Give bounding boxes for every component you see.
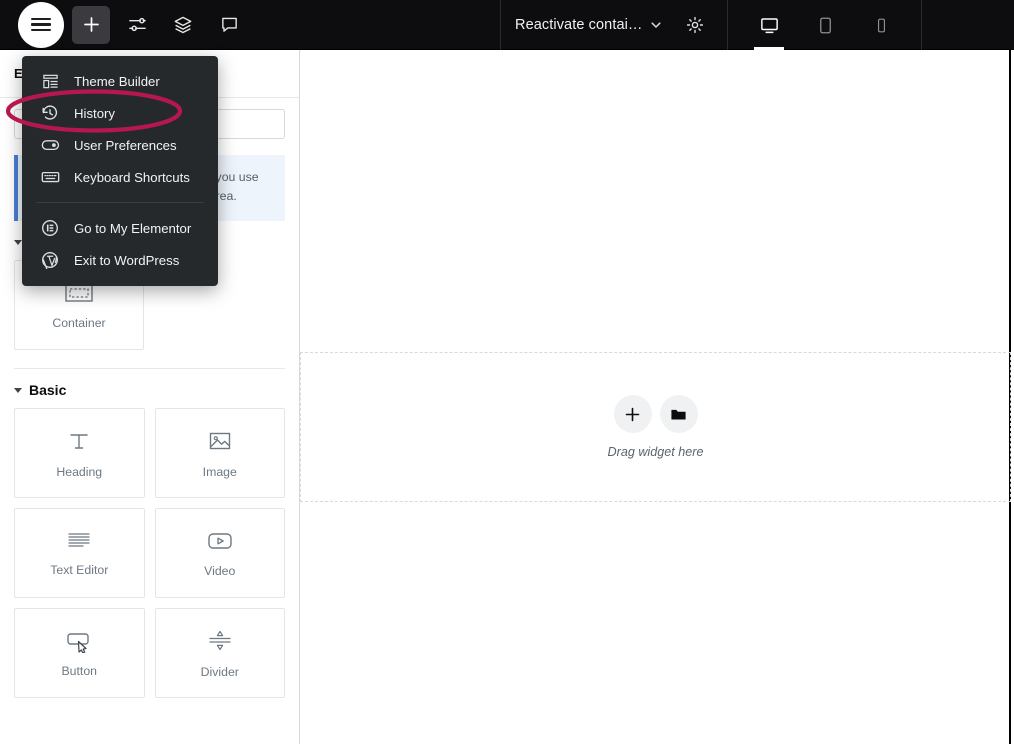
menu-item-label: Keyboard Shortcuts <box>74 169 190 185</box>
widget-button[interactable]: Button <box>14 608 145 699</box>
editor-canvas: Drag widget here <box>300 50 1011 744</box>
toolbar-left-group <box>0 0 248 50</box>
section-title-basic: Basic <box>29 382 67 399</box>
comment-icon <box>221 17 237 32</box>
add-new-element-button[interactable] <box>613 395 652 433</box>
hamburger-icon <box>31 17 51 32</box>
menu-item-label: User Preferences <box>74 137 177 153</box>
elementor-menu-button[interactable] <box>18 1 64 48</box>
widget-dropzone[interactable]: Drag widget here <box>300 352 1011 502</box>
button-icon <box>67 632 89 653</box>
menu-item-label: History <box>74 105 116 121</box>
elementor-logo-icon <box>40 219 60 237</box>
add-element-button[interactable] <box>72 5 110 44</box>
device-mobile-button[interactable] <box>863 0 899 50</box>
widget-divider[interactable]: Divider <box>154 608 285 699</box>
comments-button[interactable] <box>210 6 248 44</box>
desktop-icon <box>760 17 778 33</box>
widget-heading[interactable]: Heading <box>14 408 145 499</box>
widget-label: Text Editor <box>50 562 109 577</box>
elementor-main-menu: Theme Builder History User Preferences K… <box>22 56 218 286</box>
menu-item-keyboard-shortcuts[interactable]: Keyboard Shortcuts <box>22 161 218 193</box>
menu-item-label: Go to My Elementor <box>74 220 192 236</box>
top-toolbar: Reactivate contai… <box>0 0 1014 50</box>
plus-icon <box>83 17 99 32</box>
widget-grid-basic: Heading Image Text Editor Video Button D… <box>0 408 299 712</box>
caret-down-icon <box>14 387 22 393</box>
widget-image[interactable]: Image <box>154 408 285 499</box>
dropzone-buttons <box>613 395 698 433</box>
menu-item-user-preferences[interactable]: User Preferences <box>22 129 218 161</box>
site-settings-button[interactable] <box>118 6 156 44</box>
menu-item-history[interactable]: History <box>22 97 218 129</box>
layers-icon <box>174 16 192 33</box>
menu-item-exit-to-wordpress[interactable]: Exit to WordPress <box>22 244 218 276</box>
dropzone-hint: Drag widget here <box>607 445 704 459</box>
folder-icon <box>671 409 686 420</box>
text-editor-icon <box>68 532 90 547</box>
wordpress-icon <box>40 251 60 269</box>
structure-layers-button[interactable] <box>164 6 202 44</box>
widget-label: Heading <box>56 464 103 479</box>
plus-icon <box>625 407 640 421</box>
menu-item-theme-builder[interactable]: Theme Builder <box>22 65 218 97</box>
keyboard-icon <box>40 170 60 184</box>
device-tablet-button[interactable] <box>807 0 843 50</box>
section-header-basic[interactable]: Basic <box>0 369 299 408</box>
sliders-icon <box>128 17 146 32</box>
widget-label: Button <box>61 663 98 678</box>
widget-text-editor[interactable]: Text Editor <box>14 508 145 599</box>
document-settings-gear-icon[interactable] <box>685 15 705 35</box>
tablet-icon <box>819 17 831 33</box>
widget-label: Container <box>52 315 106 330</box>
video-icon <box>208 532 232 549</box>
menu-item-go-to-my-elementor[interactable]: Go to My Elementor <box>22 212 218 244</box>
history-icon <box>40 104 60 122</box>
document-title-group: Reactivate contai… <box>500 0 728 50</box>
document-title: Reactivate contai… <box>515 17 643 33</box>
caret-down-icon <box>14 239 22 245</box>
menu-separator <box>36 202 204 203</box>
widget-label: Divider <box>200 664 239 679</box>
menu-item-label: Theme Builder <box>74 73 160 89</box>
widget-video[interactable]: Video <box>154 508 285 599</box>
theme-builder-icon <box>40 73 60 90</box>
user-preferences-icon <box>40 138 60 152</box>
image-icon <box>209 432 230 449</box>
menu-item-label: Exit to WordPress <box>74 252 180 268</box>
chevron-down-icon[interactable] <box>649 18 663 32</box>
responsive-device-switcher <box>729 0 922 50</box>
widget-label: Video <box>204 563 236 578</box>
divider-icon <box>209 630 231 650</box>
dropzone-inner: Drag widget here <box>301 395 1010 459</box>
widget-label: Image <box>202 464 237 479</box>
mobile-icon <box>877 18 885 32</box>
open-template-library-button[interactable] <box>659 395 698 433</box>
heading-icon <box>70 433 88 449</box>
device-desktop-button[interactable] <box>751 0 787 50</box>
